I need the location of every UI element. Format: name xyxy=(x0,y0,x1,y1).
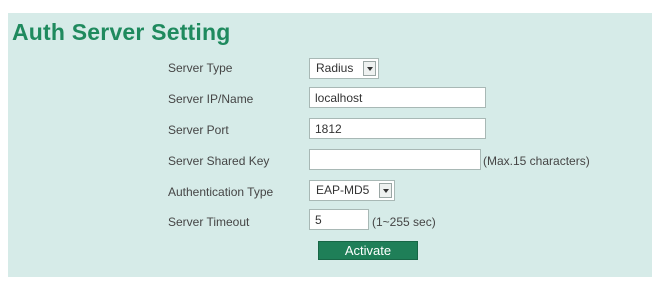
activate-button[interactable]: Activate xyxy=(318,241,418,260)
timeout-input[interactable] xyxy=(309,209,369,230)
auth-type-select[interactable]: EAP-MD5 xyxy=(309,180,395,201)
server-type-value: Radius xyxy=(316,61,354,75)
server-type-label: Server Type xyxy=(168,61,233,75)
auth-server-panel: Auth Server Setting Server Type Radius S… xyxy=(8,13,652,277)
server-port-input[interactable] xyxy=(309,118,486,139)
server-port-label: Server Port xyxy=(168,123,229,137)
chevron-down-icon[interactable] xyxy=(363,61,376,76)
timeout-hint: (1~255 sec) xyxy=(372,215,436,229)
page-title: Auth Server Setting xyxy=(12,19,231,45)
chevron-down-icon[interactable] xyxy=(379,183,392,198)
server-ip-input[interactable] xyxy=(309,87,486,108)
shared-key-input[interactable] xyxy=(309,149,481,170)
server-ip-label: Server IP/Name xyxy=(168,92,254,106)
shared-key-hint: (Max.15 characters) xyxy=(483,154,590,168)
timeout-label: Server Timeout xyxy=(168,215,250,229)
auth-type-label: Authentication Type xyxy=(168,185,274,199)
server-type-select[interactable]: Radius xyxy=(309,58,379,79)
auth-type-value: EAP-MD5 xyxy=(316,183,370,197)
shared-key-label: Server Shared Key xyxy=(168,154,270,168)
